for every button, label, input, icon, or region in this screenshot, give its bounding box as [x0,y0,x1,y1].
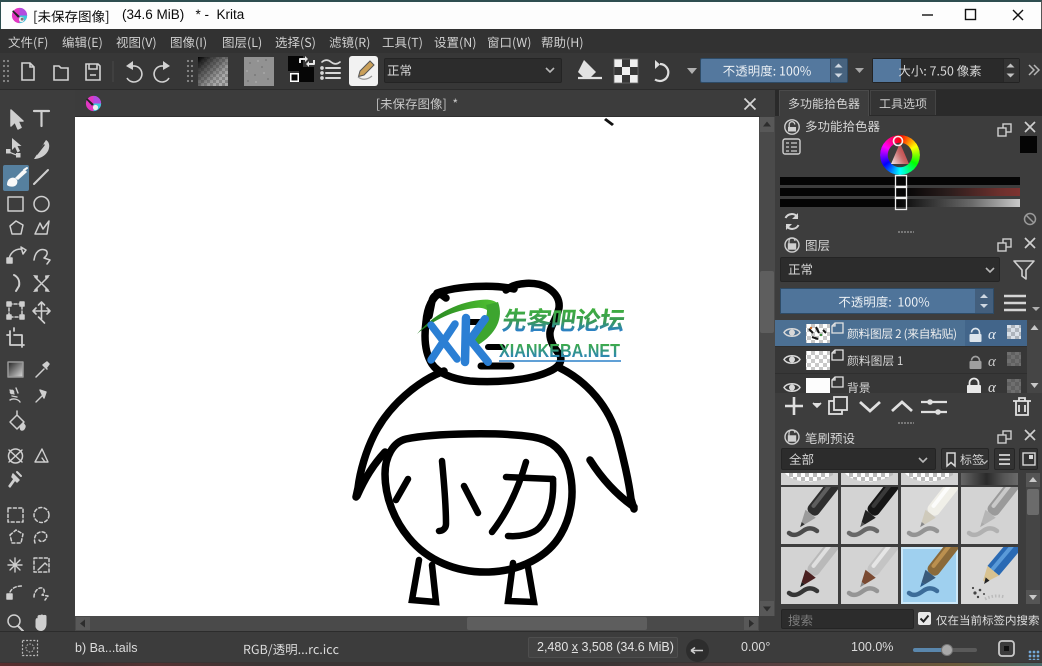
svg-text:α: α [988,354,997,370]
svg-text:α: α [988,380,997,393]
svg-text:α: α [988,327,997,343]
